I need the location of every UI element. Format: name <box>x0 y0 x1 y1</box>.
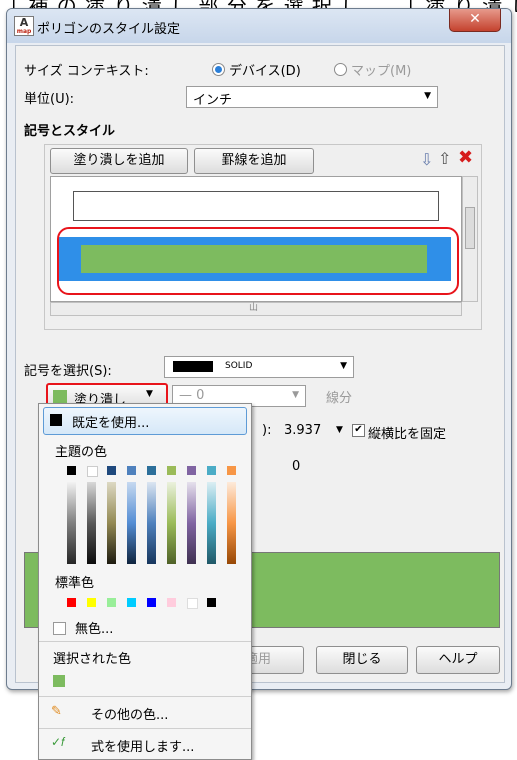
default-color-swatch <box>50 414 62 426</box>
size-value[interactable]: 3.937 <box>284 423 321 438</box>
size-context-label: サイズ コンテキスト: <box>24 64 149 79</box>
stroke-label: 線分 <box>326 391 353 406</box>
vertical-scrollbar[interactable] <box>462 176 478 302</box>
use-default-label: 既定を使用... <box>72 416 150 431</box>
more-colors-item[interactable]: その他の色... <box>91 704 168 723</box>
delete-icon[interactable]: ✖ <box>458 147 473 168</box>
symbol-select-label: 記号を選択(S): <box>24 364 112 379</box>
device-option-label[interactable]: デバイス(D) <box>229 60 301 79</box>
aspect-ratio-checkbox[interactable]: ✔ <box>352 424 365 437</box>
use-expression-item[interactable]: 式を使用します... <box>91 736 194 755</box>
size-prefix: ): <box>262 423 272 438</box>
layer-list <box>50 176 462 302</box>
aspect-ratio-label: 縦横比を固定 <box>368 427 447 442</box>
symbols-heading: 記号とスタイル <box>24 124 116 139</box>
use-default-item[interactable]: 既定を使用... <box>43 407 247 435</box>
dialog-title: ポリゴンのスタイル設定 <box>37 22 181 37</box>
map-option-label[interactable]: マップ(M) <box>351 60 411 79</box>
stroke-layer[interactable] <box>73 191 439 221</box>
expression-icon: ✓𝑓 <box>51 735 65 749</box>
horizontal-scrollbar[interactable]: 山 <box>50 302 462 316</box>
add-fill-button[interactable]: 塗り潰しを追加 <box>50 148 188 174</box>
device-radio[interactable] <box>212 63 225 76</box>
selected-color-heading: 選択された色 <box>53 652 132 667</box>
angle-value[interactable]: 0 <box>292 459 300 474</box>
add-stroke-button[interactable]: 罫線を追加 <box>194 148 314 174</box>
unit-label: 単位(U): <box>24 92 75 107</box>
unit-value: インチ <box>193 93 233 108</box>
map-radio[interactable] <box>334 63 347 76</box>
no-color-swatch <box>53 622 66 635</box>
fill-color-swatch <box>53 390 67 404</box>
solid-pattern-swatch <box>173 361 213 372</box>
close-button[interactable]: 閉じる <box>316 646 408 674</box>
no-color-item[interactable]: 無色... <box>75 618 113 637</box>
move-up-icon[interactable]: ⇧ <box>438 149 451 168</box>
chevron-down-icon: ▼ <box>424 91 431 101</box>
selected-color-swatch[interactable] <box>53 675 65 687</box>
theme-color-grid[interactable] <box>67 466 247 570</box>
scroll-grip: 山 <box>249 303 259 313</box>
scroll-thumb[interactable] <box>465 207 475 249</box>
highlight-outline <box>57 227 459 295</box>
palette-icon: ✎ <box>51 704 62 719</box>
standard-colors-heading: 標準色 <box>55 576 95 591</box>
theme-colors-heading: 主題の色 <box>55 445 108 460</box>
chevron-down-icon: ▼ <box>146 389 153 399</box>
help-button[interactable]: ヘルプ <box>416 646 500 674</box>
symbol-value: SOLID <box>225 361 253 371</box>
menu-divider <box>39 728 251 729</box>
app-icon: Amap <box>14 16 34 36</box>
close-icon[interactable]: ✕ <box>449 9 501 32</box>
menu-divider <box>39 696 251 697</box>
chevron-down-icon: ▼ <box>292 390 299 400</box>
color-menu: 既定を使用... 主題の色 標準色 無色... 選択された色 ✎ その他の色..… <box>38 403 252 760</box>
standard-color-row[interactable] <box>67 598 247 610</box>
chevron-down-icon: ▼ <box>340 361 347 371</box>
unit-select[interactable]: インチ ▼ <box>186 86 438 108</box>
chevron-down-icon[interactable]: ▼ <box>336 425 343 435</box>
title-bar: Amap ポリゴンのスタイル設定 ✕ <box>7 9 511 43</box>
move-down-icon[interactable]: ⇩ <box>420 150 433 169</box>
symbol-select[interactable]: SOLID ▼ <box>164 356 354 378</box>
stroke-width-value: — 0 <box>179 388 205 403</box>
menu-divider <box>39 641 251 642</box>
